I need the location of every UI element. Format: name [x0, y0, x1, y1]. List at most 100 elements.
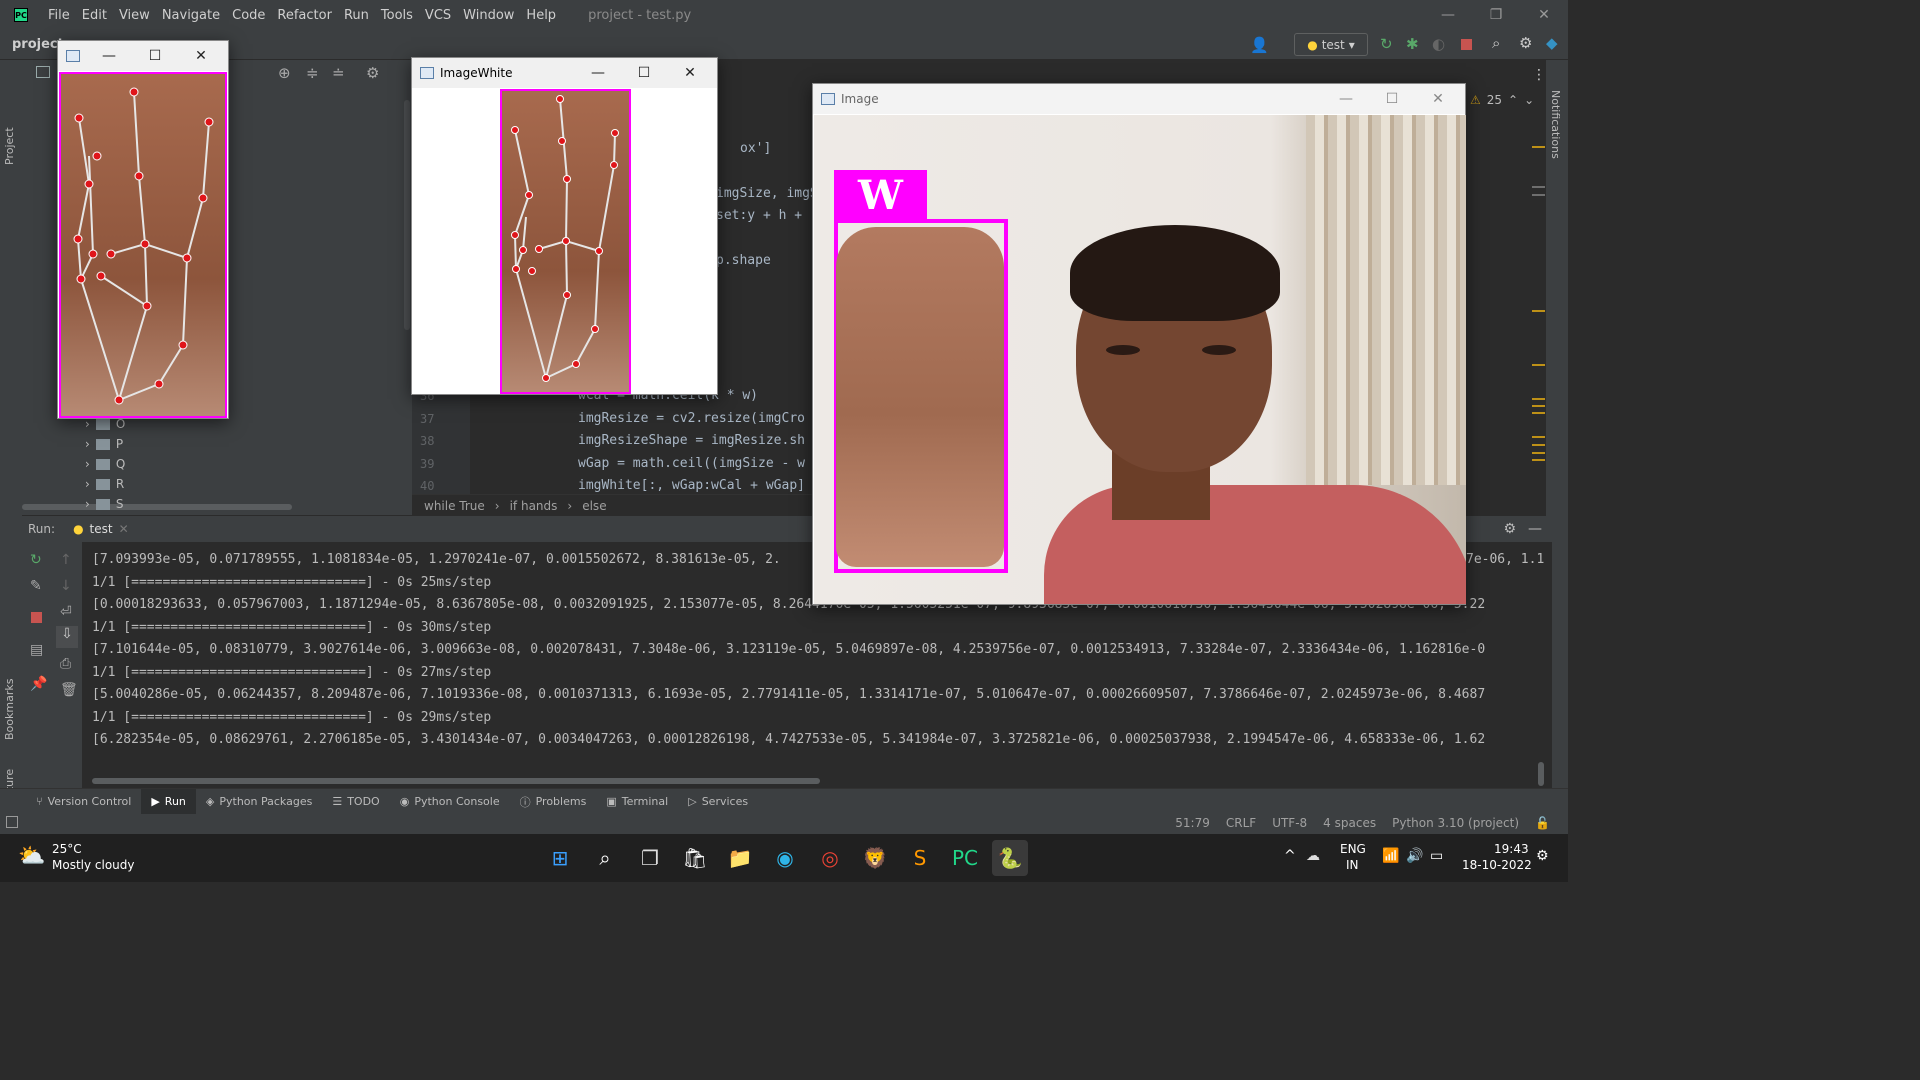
region-code[interactable]: IN — [1346, 858, 1359, 872]
close-icon[interactable]: ✕ — [1520, 0, 1568, 30]
line-separator[interactable]: CRLF — [1226, 816, 1256, 830]
more-icon[interactable]: ⋮ — [1532, 67, 1546, 83]
onedrive-icon[interactable]: ☁ — [1306, 848, 1320, 864]
vertical-scrollbar[interactable] — [404, 100, 410, 330]
chrome-icon[interactable]: ◎ — [812, 840, 848, 876]
panel-layout-icon[interactable] — [36, 66, 50, 78]
tree-folder-item[interactable]: › P — [85, 437, 123, 451]
maximize-icon[interactable]: ☐ — [132, 41, 178, 71]
tool-tab[interactable]: ⑂ Version Control — [26, 789, 141, 815]
horizontal-scrollbar[interactable] — [22, 504, 292, 510]
console-hscrollbar[interactable] — [92, 778, 820, 784]
print-icon[interactable]: ⎙ — [60, 656, 71, 672]
tool-tab[interactable]: ◉ Python Console — [390, 789, 510, 815]
weather-temp[interactable]: 25°C — [52, 842, 82, 856]
minimize-icon[interactable]: — — [575, 58, 621, 88]
tool-tab[interactable]: ◈ Python Packages — [196, 789, 322, 815]
file-explorer-icon[interactable]: 📁 — [722, 840, 758, 876]
clock-time[interactable]: 19:43 — [1494, 842, 1529, 856]
layout-icon[interactable]: ▤ — [30, 642, 43, 658]
wifi-icon[interactable]: 📶 — [1382, 848, 1399, 864]
console-vscrollbar[interactable] — [1538, 762, 1544, 786]
wrench-icon[interactable]: ✎ — [30, 578, 42, 594]
menu-item[interactable]: View — [113, 8, 156, 23]
hide-panel-icon[interactable]: — — [1528, 521, 1542, 537]
menu-item[interactable]: Code — [226, 8, 271, 23]
collapse-all-icon[interactable]: ≐ — [332, 64, 345, 82]
menu-item[interactable]: VCS — [419, 8, 457, 23]
caret-position[interactable]: 51:79 — [1175, 816, 1210, 830]
stop-icon[interactable] — [31, 612, 42, 623]
menu-item[interactable]: File — [42, 8, 76, 23]
close-tab-icon[interactable]: ✕ — [119, 522, 129, 536]
soft-wrap-icon[interactable]: ⏎ — [60, 604, 72, 620]
python-interpreter[interactable]: Python 3.10 (project) — [1392, 816, 1519, 830]
weather-desc[interactable]: Mostly cloudy — [52, 858, 135, 872]
tool-tab[interactable]: ▶ Run — [141, 788, 196, 815]
gear-icon[interactable]: ⚙ — [366, 64, 379, 82]
tree-folder-item[interactable]: › O — [85, 417, 125, 431]
rerun-icon[interactable]: ↻ — [1380, 35, 1393, 53]
close-icon[interactable]: ✕ — [667, 58, 713, 88]
debug-icon[interactable]: ✱ — [1406, 35, 1419, 53]
tree-folder-item[interactable]: › Q — [85, 457, 125, 471]
user-icon[interactable]: 👤 — [1250, 36, 1269, 54]
inspection-widget[interactable]: ⚠ 25 ⌃ ⌄ — [1470, 93, 1534, 107]
trash-icon[interactable]: 🗑 — [60, 682, 78, 698]
menu-item[interactable]: Window — [457, 8, 520, 23]
weather-icon[interactable]: ⛅ — [18, 844, 45, 869]
menu-item[interactable]: Refactor — [271, 8, 338, 23]
task-view-icon[interactable]: ❐ — [632, 840, 668, 876]
scroll-to-end-icon[interactable]: ⇩ — [56, 626, 78, 648]
store-icon[interactable]: 🛍 — [677, 840, 713, 876]
minimize-icon[interactable]: — — [1323, 84, 1369, 114]
search-icon[interactable]: ⌕ — [587, 840, 623, 876]
gear-icon[interactable]: ⚙ — [1519, 34, 1532, 52]
start-icon[interactable]: ⊞ — [542, 840, 578, 876]
run-config-select[interactable]: ● test ▾ — [1294, 33, 1368, 56]
close-icon[interactable]: ✕ — [178, 41, 224, 71]
locate-icon[interactable]: ⊕ — [278, 64, 291, 82]
bookmarks-tool-label[interactable]: Bookmarks — [3, 679, 16, 740]
stop-icon[interactable] — [1461, 39, 1472, 50]
menu-item[interactable]: Tools — [375, 8, 419, 23]
crop-window-titlebar[interactable]: — ☐ ✕ — [58, 41, 228, 71]
arrow-up-icon[interactable]: ↑ — [60, 552, 72, 568]
lock-icon[interactable]: 🔓 — [1535, 816, 1550, 830]
menu-item[interactable]: Edit — [76, 8, 113, 23]
toolbox-icon[interactable]: ◆ — [1546, 34, 1558, 52]
language-code[interactable]: ENG — [1340, 842, 1366, 856]
arrow-down-icon[interactable]: ↓ — [60, 578, 72, 594]
edge-icon[interactable]: ◉ — [767, 840, 803, 876]
close-icon[interactable]: ✕ — [1415, 84, 1461, 114]
image-titlebar[interactable]: Image — ☐ ✕ — [813, 84, 1465, 114]
menu-item[interactable]: Navigate — [156, 8, 226, 23]
pycharm-icon[interactable]: PC — [947, 840, 983, 876]
volume-icon[interactable]: 🔊 — [1406, 848, 1423, 864]
expand-all-icon[interactable]: ≑ — [306, 64, 319, 82]
brave-icon[interactable]: 🦁 — [857, 840, 893, 876]
chevron-up-icon[interactable]: ^ — [1284, 848, 1296, 864]
notifications-icon[interactable]: ⚙ — [1536, 848, 1549, 864]
maximize-icon[interactable]: ☐ — [1369, 84, 1415, 114]
coverage-icon[interactable]: ◐ — [1432, 35, 1445, 53]
menu-item[interactable]: Help — [520, 8, 562, 23]
maximize-icon[interactable]: ☐ — [621, 58, 667, 88]
search-icon[interactable]: ⌕ — [1492, 34, 1500, 52]
imagewhite-titlebar[interactable]: ImageWhite — ☐ ✕ — [412, 58, 717, 88]
tree-folder-item[interactable]: › S — [85, 497, 123, 511]
run-tab-label[interactable]: test — [90, 522, 113, 536]
indent-setting[interactable]: 4 spaces — [1323, 816, 1376, 830]
menu-item[interactable]: Run — [338, 8, 375, 23]
restore-icon[interactable]: ❐ — [1472, 0, 1520, 30]
battery-icon[interactable]: ▭ — [1430, 848, 1443, 864]
minimize-icon[interactable]: — — [1424, 0, 1472, 30]
file-encoding[interactable]: UTF-8 — [1272, 816, 1307, 830]
tree-folder-item[interactable]: › R — [85, 477, 124, 491]
breadcrumb-item[interactable]: while True — [424, 499, 485, 513]
tool-tab[interactable]: ⓘ Problems — [510, 789, 597, 815]
minimize-icon[interactable]: — — [86, 41, 132, 71]
tool-tab[interactable]: ☰ TODO — [322, 789, 389, 815]
project-tool-label[interactable]: Project — [3, 127, 16, 165]
sublime-icon[interactable]: S — [902, 840, 938, 876]
